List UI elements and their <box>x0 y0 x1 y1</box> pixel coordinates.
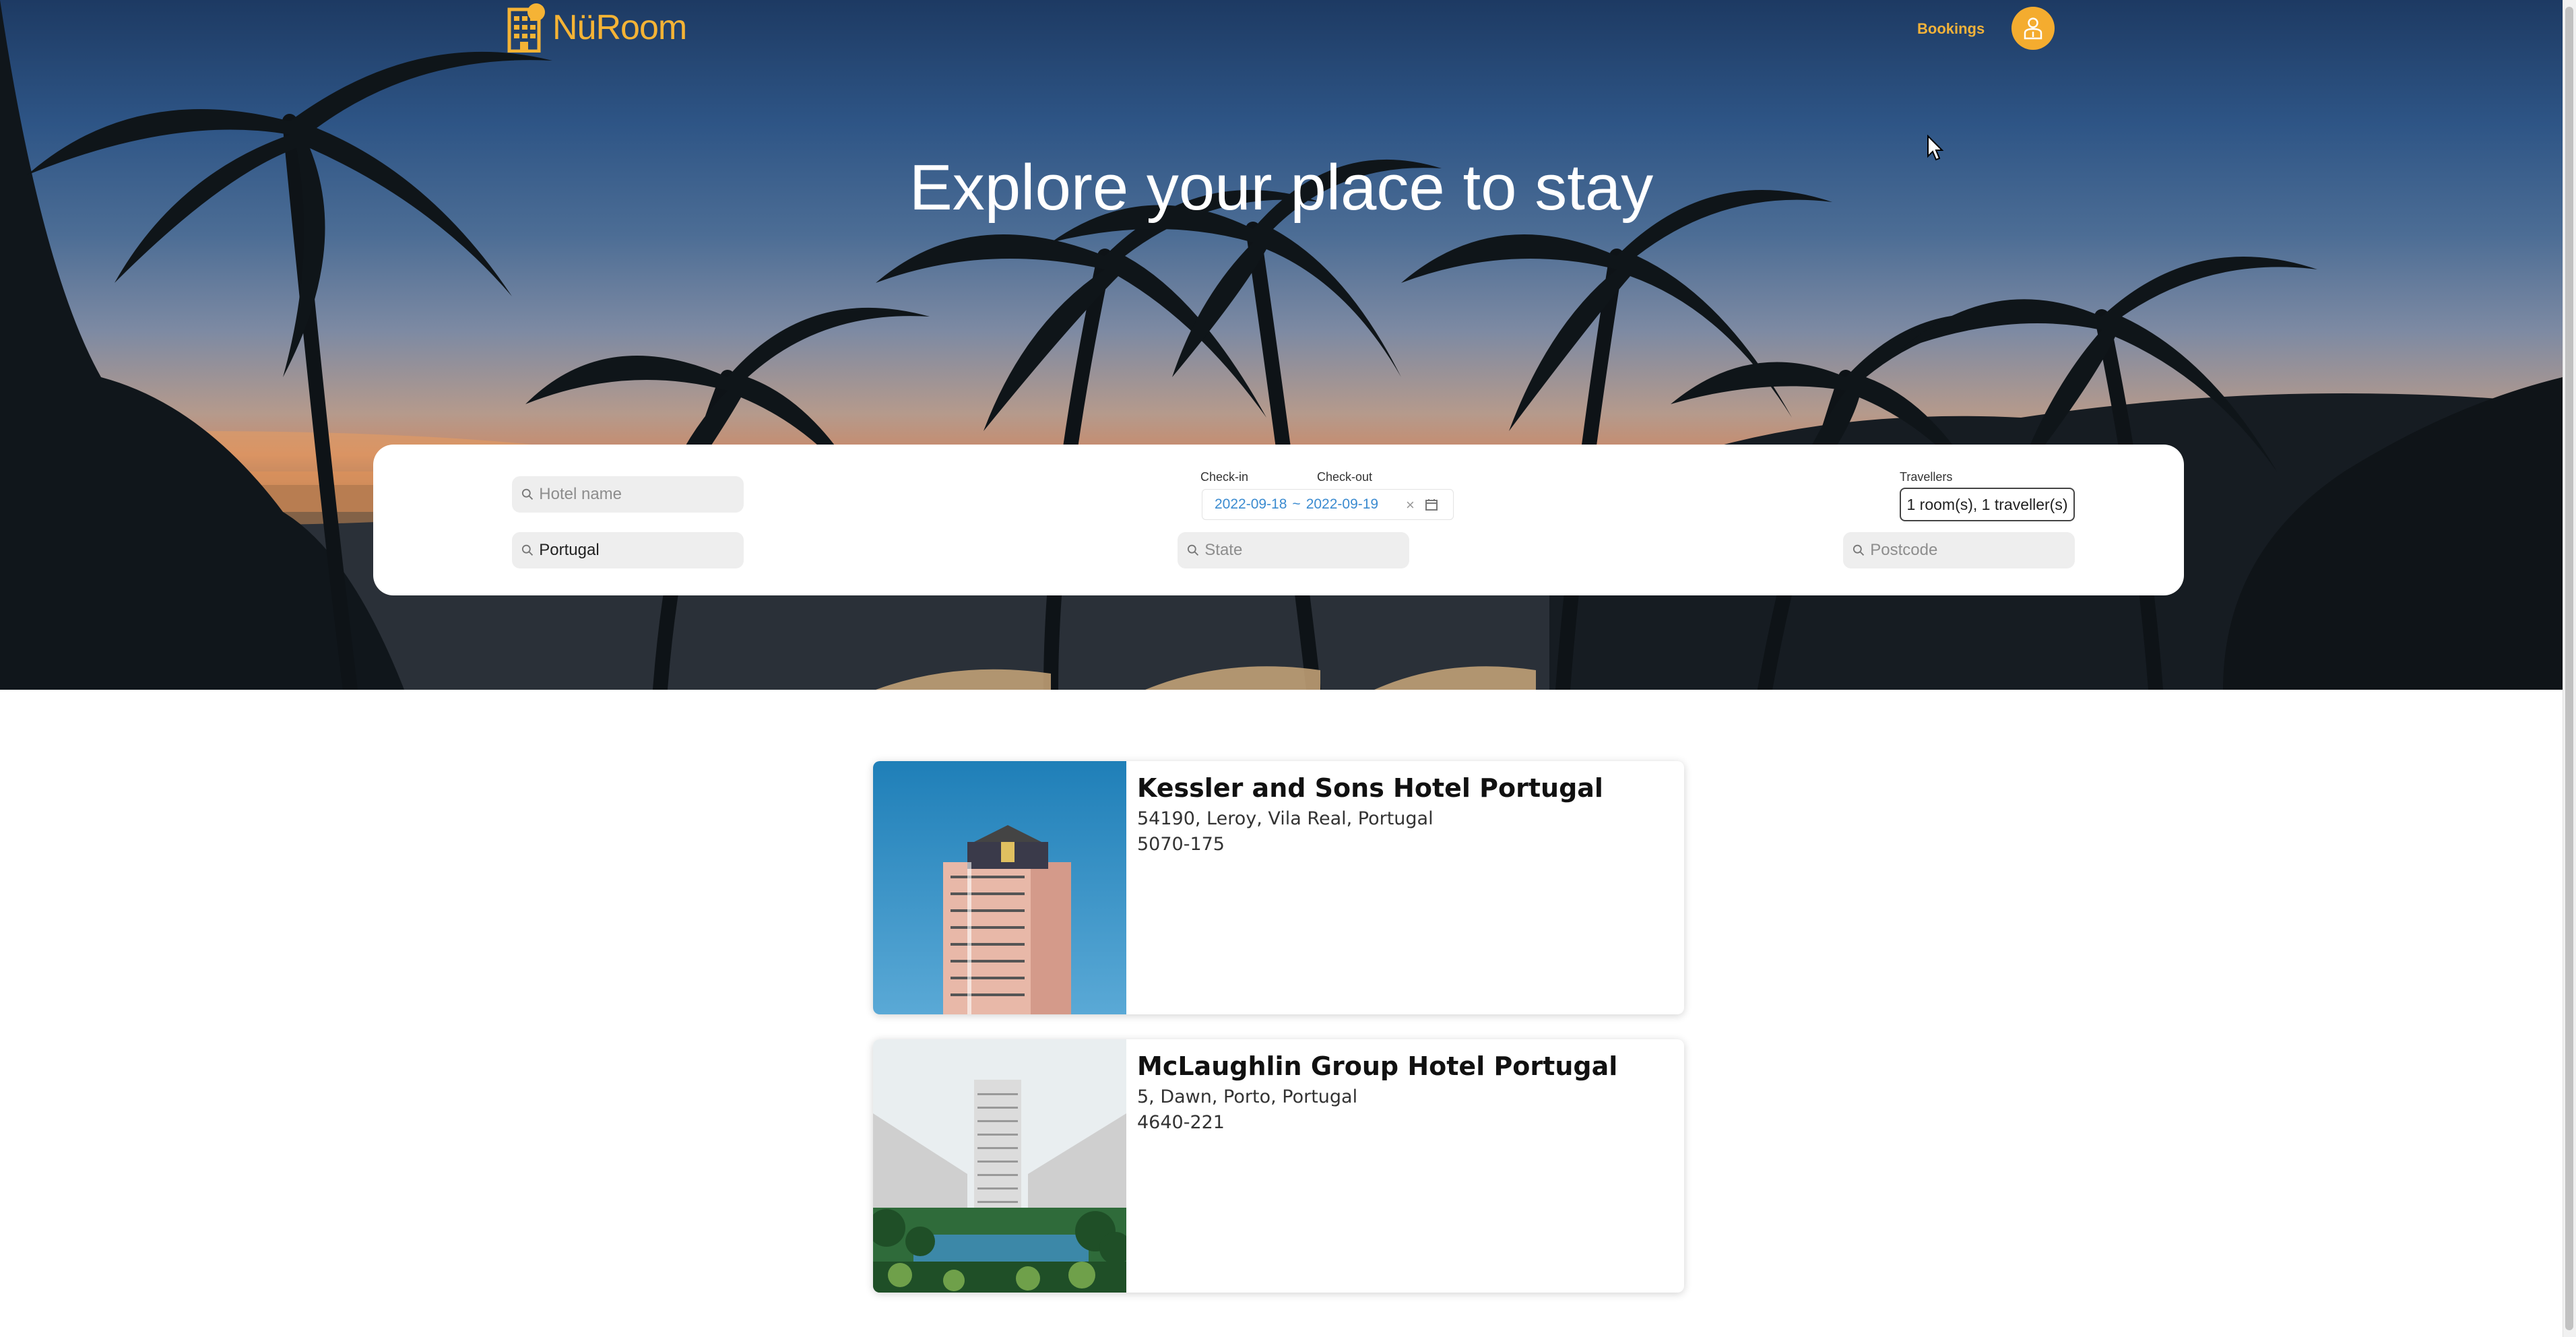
state-field[interactable] <box>1178 532 1409 568</box>
date-range-picker[interactable]: 2022-09-18 ~ 2022-09-19 × <box>1202 489 1454 520</box>
hotel-name-field[interactable] <box>512 476 744 513</box>
hotel-name[interactable]: Kessler and Sons Hotel Portugal <box>1137 773 1603 803</box>
user-avatar-button[interactable] <box>2011 7 2055 50</box>
brand-logo[interactable]: NüRoom <box>507 3 687 53</box>
brand-name: NüRoom <box>552 8 687 47</box>
page-title: Explore your place to stay <box>909 152 1654 224</box>
hotel-postcode: 4640-221 <box>1137 1112 1225 1133</box>
hotel-card[interactable]: Kessler and Sons Hotel Portugal 54190, L… <box>873 761 1684 1014</box>
country-input[interactable] <box>538 540 744 560</box>
hotel-image <box>873 1039 1126 1293</box>
hotel-address: 54190, Leroy, Vila Real, Portugal <box>1137 808 1434 829</box>
search-icon <box>521 544 534 556</box>
bookings-link[interactable]: Bookings <box>1917 20 1985 38</box>
user-icon <box>2024 18 2042 40</box>
travellers-label: Travellers <box>1900 470 1953 484</box>
hotel-address: 5, Dawn, Porto, Portugal <box>1137 1086 1358 1107</box>
search-icon <box>521 488 534 500</box>
mouse-pointer-icon <box>1927 134 1944 165</box>
search-icon <box>1187 544 1199 556</box>
checkout-date[interactable]: 2022-09-19 <box>1306 496 1378 513</box>
postcode-input[interactable] <box>1869 540 2075 560</box>
country-field[interactable] <box>512 532 744 568</box>
search-icon <box>1853 544 1865 556</box>
hotel-image <box>873 761 1126 1014</box>
hotel-postcode: 5070-175 <box>1137 834 1225 855</box>
date-separator: ~ <box>1292 496 1301 512</box>
hotel-card[interactable]: McLaughlin Group Hotel Portugal 5, Dawn,… <box>873 1039 1684 1293</box>
building-icon <box>507 3 548 53</box>
hotel-name[interactable]: McLaughlin Group Hotel Portugal <box>1137 1051 1617 1081</box>
calendar-icon[interactable] <box>1425 498 1438 515</box>
checkin-date[interactable]: 2022-09-18 <box>1215 496 1287 513</box>
travellers-button[interactable]: 1 room(s), 1 traveller(s) <box>1900 488 2075 521</box>
postcode-field[interactable] <box>1843 532 2075 568</box>
checkout-label: Check-out <box>1317 470 1373 484</box>
state-input[interactable] <box>1203 540 1409 560</box>
checkin-label: Check-in <box>1200 470 1249 484</box>
hotel-name-input[interactable] <box>538 484 744 504</box>
page-scrollbar-thumb[interactable] <box>2565 7 2573 1330</box>
clear-icon[interactable]: × <box>1406 496 1415 514</box>
